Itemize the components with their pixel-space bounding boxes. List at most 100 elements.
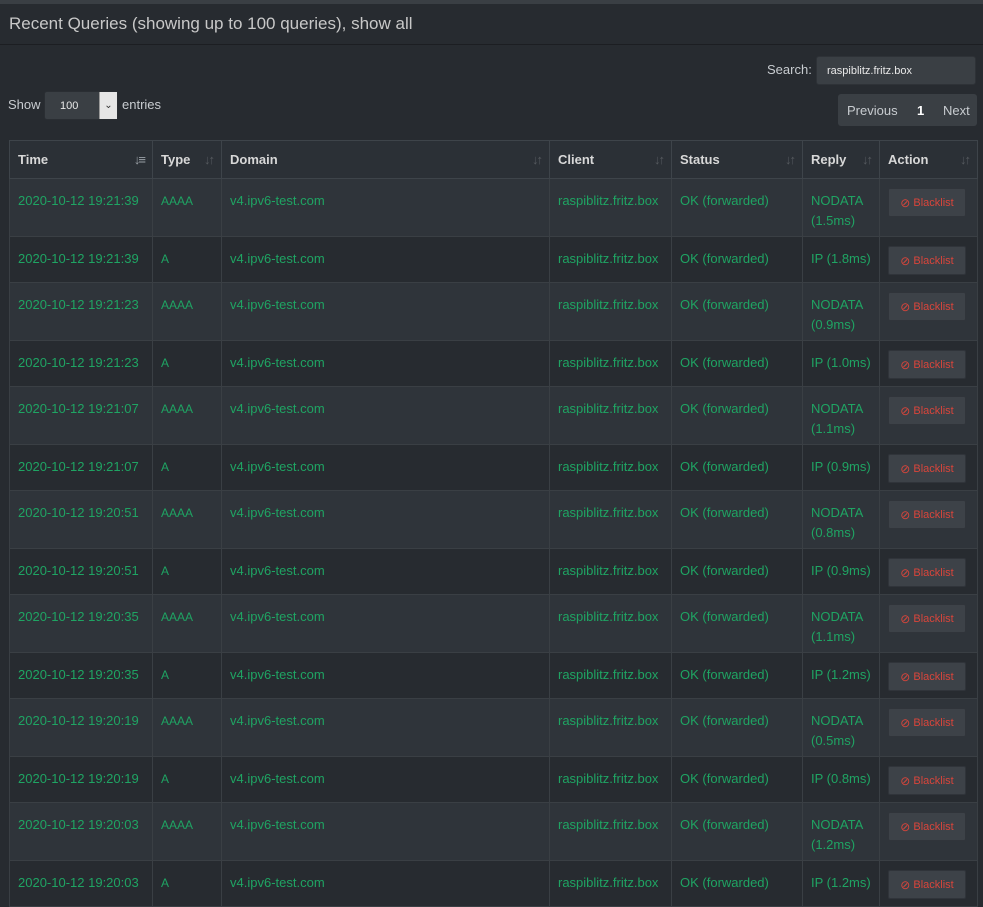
blacklist-label: Blacklist [913,196,954,209]
reply-cell: NODATA (1.1ms) [802,594,880,653]
client-cell: raspiblitz.fritz.box [549,444,672,491]
status-cell: OK (forwarded) [671,178,803,237]
table-row: 2020-10-12 19:20:51 AAAA v4.ipv6-test.co… [9,490,978,549]
ban-icon: ⊘ [900,403,911,418]
status-cell: OK (forwarded) [671,860,803,907]
blacklist-button[interactable]: ⊘ Blacklist [888,558,966,587]
table-row: 2020-10-12 19:21:23 AAAA v4.ipv6-test.co… [9,282,978,341]
action-cell: ⊘ Blacklist [879,802,978,861]
time-cell: 2020-10-12 19:20:35 [9,652,153,699]
reply-cell: IP (1.2ms) [802,860,880,907]
type-cell: A [152,340,222,387]
time-cell: 2020-10-12 19:21:39 [9,178,153,237]
blacklist-button[interactable]: ⊘ Blacklist [888,870,966,899]
time-cell: 2020-10-12 19:20:03 [9,860,153,907]
reply-cell: NODATA (1.1ms) [802,386,880,445]
client-cell: raspiblitz.fritz.box [549,490,672,549]
table-row: 2020-10-12 19:20:35 AAAA v4.ipv6-test.co… [9,594,978,653]
status-cell: OK (forwarded) [671,652,803,699]
col-status-header[interactable]: Status ↓↑ [671,140,803,179]
table-row: 2020-10-12 19:20:35 A v4.ipv6-test.com r… [9,652,978,699]
ban-icon: ⊘ [900,565,911,580]
table-row: 2020-10-12 19:20:19 A v4.ipv6-test.com r… [9,756,978,803]
search-input[interactable] [816,56,976,85]
action-cell: ⊘ Blacklist [879,340,978,387]
blacklist-button[interactable]: ⊘ Blacklist [888,246,966,275]
blacklist-label: Blacklist [913,566,954,579]
sort-icon: ↓↑ [654,152,665,167]
table-row: 2020-10-12 19:20:03 A v4.ipv6-test.com r… [9,860,978,907]
status-cell: OK (forwarded) [671,236,803,283]
col-domain-header[interactable]: Domain ↓↑ [221,140,550,179]
col-reply-header[interactable]: Reply ↓↑ [802,140,880,179]
reply-cell: NODATA (0.8ms) [802,490,880,549]
col-type-label: Type [161,152,191,167]
client-cell: raspiblitz.fritz.box [549,178,672,237]
col-type-header[interactable]: Type ↓↑ [152,140,222,179]
domain-cell: v4.ipv6-test.com [221,698,550,757]
type-cell: AAAA [152,802,222,861]
action-cell: ⊘ Blacklist [879,444,978,491]
panel-header: Recent Queries (showing up to 100 querie… [0,4,983,45]
client-cell: raspiblitz.fritz.box [549,594,672,653]
entries-select[interactable]: 100 ⌄ [44,91,118,120]
blacklist-button[interactable]: ⊘ Blacklist [888,812,966,841]
blacklist-button[interactable]: ⊘ Blacklist [888,396,966,425]
ban-icon: ⊘ [900,669,911,684]
blacklist-button[interactable]: ⊘ Blacklist [888,188,966,217]
type-cell: A [152,548,222,595]
domain-cell: v4.ipv6-test.com [221,756,550,803]
action-cell: ⊘ Blacklist [879,860,978,907]
blacklist-button[interactable]: ⊘ Blacklist [888,604,966,633]
table-row: 2020-10-12 19:21:39 AAAA v4.ipv6-test.co… [9,178,978,237]
blacklist-button[interactable]: ⊘ Blacklist [888,662,966,691]
domain-cell: v4.ipv6-test.com [221,594,550,653]
blacklist-label: Blacklist [913,300,954,313]
ban-icon: ⊘ [900,611,911,626]
blacklist-label: Blacklist [913,462,954,475]
ban-icon: ⊘ [900,715,911,730]
status-cell: OK (forwarded) [671,698,803,757]
col-time-header[interactable]: Time ↓≡ [9,140,153,179]
blacklist-button[interactable]: ⊘ Blacklist [888,350,966,379]
blacklist-button[interactable]: ⊘ Blacklist [888,766,966,795]
next-button[interactable]: Next [943,103,970,118]
table-row: 2020-10-12 19:21:07 AAAA v4.ipv6-test.co… [9,386,978,445]
status-cell: OK (forwarded) [671,386,803,445]
blacklist-button[interactable]: ⊘ Blacklist [888,708,966,737]
time-cell: 2020-10-12 19:20:51 [9,548,153,595]
col-status-label: Status [680,152,720,167]
page-1-button[interactable]: 1 [917,103,924,118]
ban-icon: ⊘ [900,253,911,268]
type-cell: AAAA [152,594,222,653]
client-cell: raspiblitz.fritz.box [549,756,672,803]
reply-cell: IP (1.8ms) [802,236,880,283]
reply-cell: IP (0.9ms) [802,444,880,491]
blacklist-button[interactable]: ⊘ Blacklist [888,500,966,529]
status-cell: OK (forwarded) [671,490,803,549]
panel-title: Recent Queries (showing up to 100 querie… [9,14,413,33]
queries-table: Time ↓≡ Type ↓↑ Domain ↓↑ Client ↓↑ Status ↓↑… [9,140,978,907]
type-cell: AAAA [152,178,222,237]
blacklist-button[interactable]: ⊘ Blacklist [888,454,966,483]
previous-button[interactable]: Previous [847,103,898,118]
domain-cell: v4.ipv6-test.com [221,282,550,341]
col-client-header[interactable]: Client ↓↑ [549,140,672,179]
reply-cell: IP (1.2ms) [802,652,880,699]
blacklist-button[interactable]: ⊘ Blacklist [888,292,966,321]
entries-label: entries [122,97,162,112]
reply-cell: NODATA (0.9ms) [802,282,880,341]
status-cell: OK (forwarded) [671,444,803,491]
sort-icon: ↓↑ [960,152,971,167]
time-cell: 2020-10-12 19:20:03 [9,802,153,861]
status-cell: OK (forwarded) [671,802,803,861]
table-row: 2020-10-12 19:20:19 AAAA v4.ipv6-test.co… [9,698,978,757]
domain-cell: v4.ipv6-test.com [221,860,550,907]
ban-icon: ⊘ [900,877,911,892]
chevron-down-icon[interactable]: ⌄ [99,92,117,119]
time-cell: 2020-10-12 19:20:19 [9,698,153,757]
col-action-header[interactable]: Action ↓↑ [879,140,978,179]
type-cell: A [152,444,222,491]
sort-icon: ↓↑ [532,152,543,167]
sort-icon: ↓↑ [204,152,215,167]
